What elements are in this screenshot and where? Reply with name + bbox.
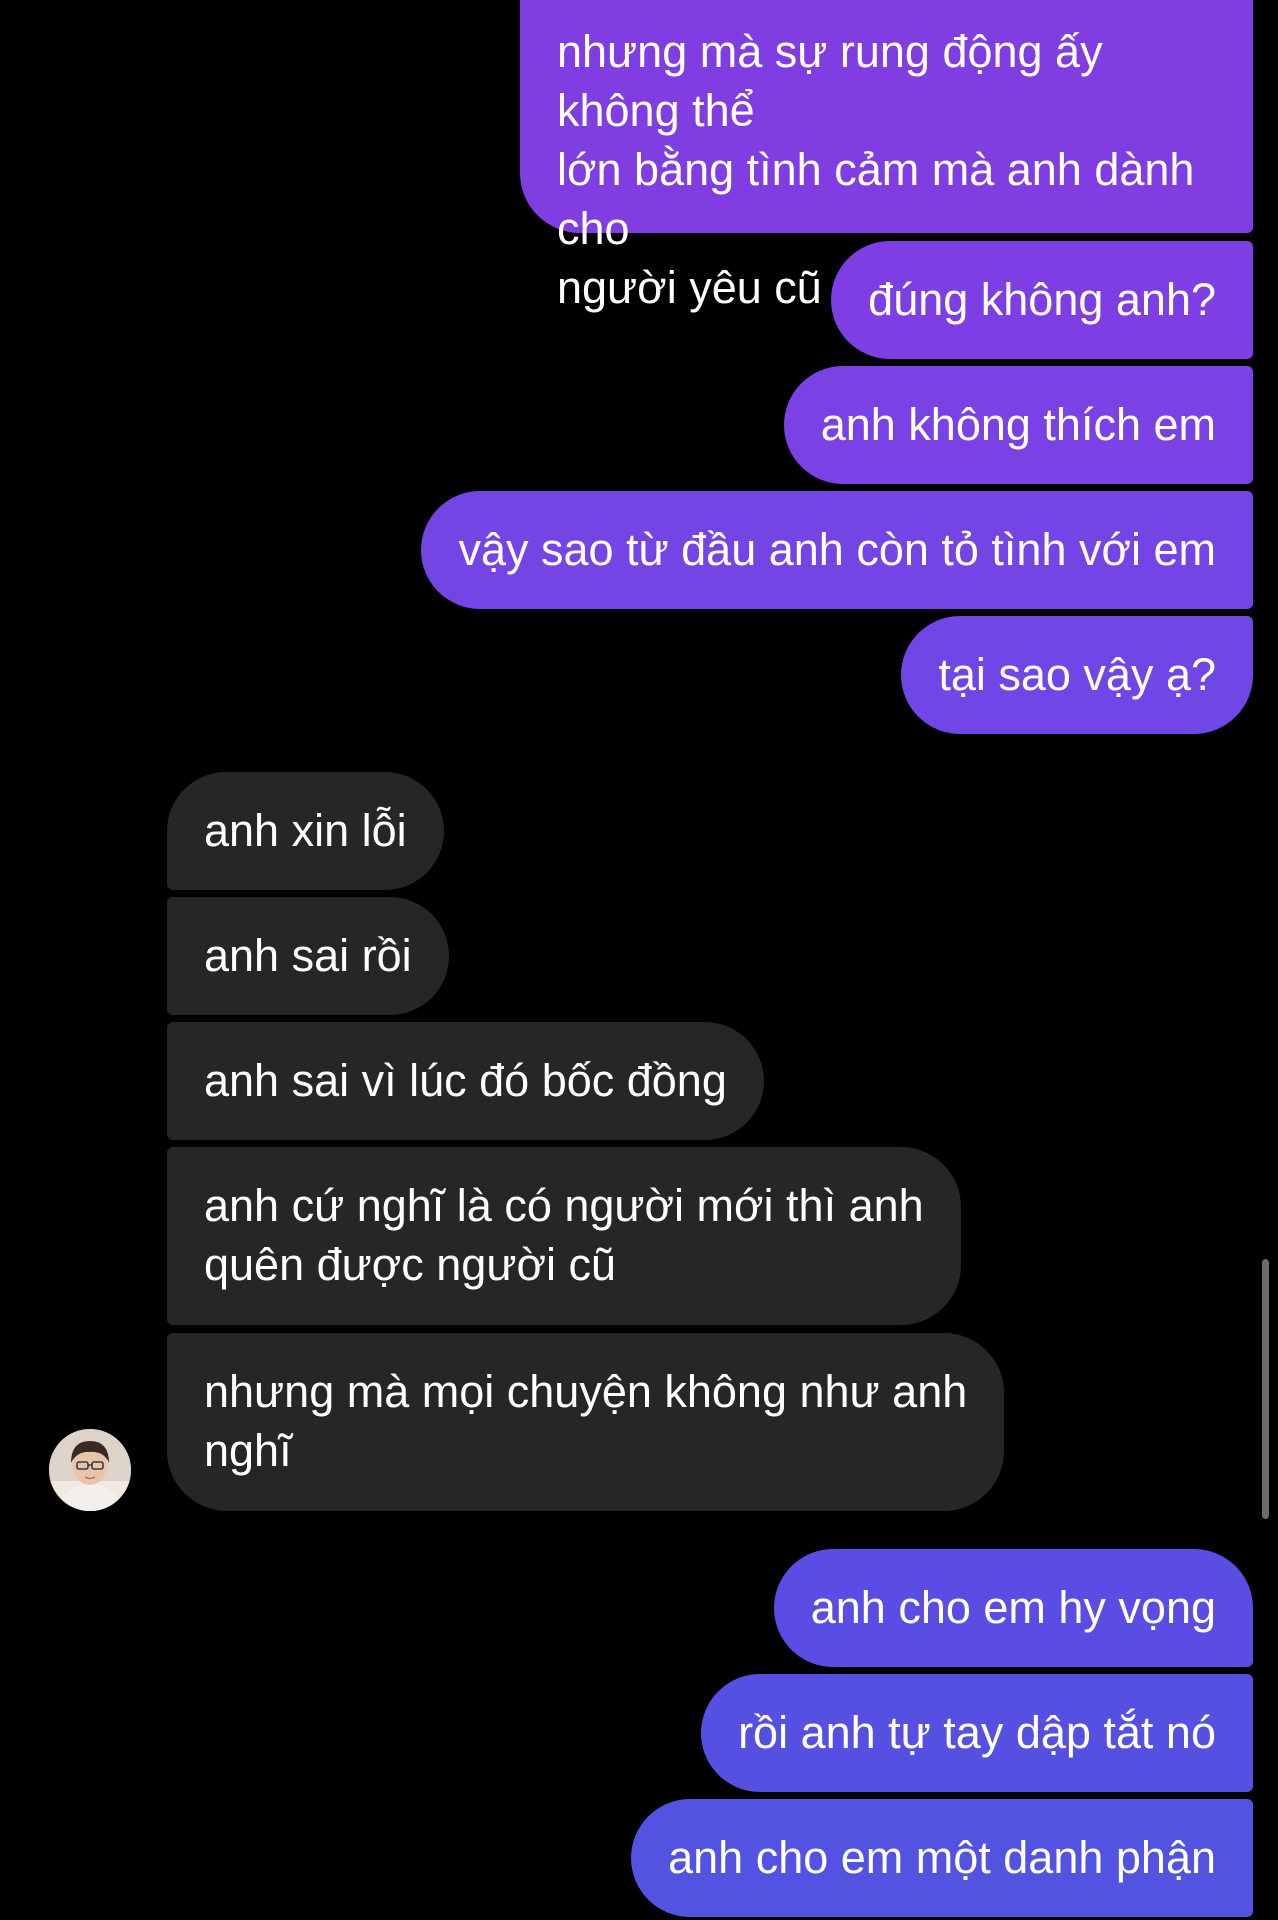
incoming-message[interactable]: anh sai vì lúc đó bốc đồng [167,1022,764,1140]
incoming-message[interactable]: anh xin lỗi [167,772,444,890]
profile-photo-icon [49,1429,131,1511]
incoming-message[interactable]: anh cứ nghĩ là có người mới thì anh quên… [167,1147,961,1325]
outgoing-message[interactable]: anh cho em một danh phận [631,1799,1253,1917]
outgoing-message[interactable]: rồi anh tự tay dập tắt nó [701,1674,1253,1792]
message-thread[interactable]: nhưng mà sự rung động ấy không thể lớn b… [0,0,1278,1920]
outgoing-message[interactable]: tại sao vậy ạ? [901,616,1253,734]
incoming-message[interactable]: nhưng mà mọi chuyện không như anh nghĩ [167,1333,1005,1511]
outgoing-message[interactable]: anh cho em hy vọng [773,1549,1253,1667]
outgoing-message[interactable]: anh không thích em [783,366,1253,484]
outgoing-message[interactable]: đúng không anh? [831,241,1253,359]
outgoing-message[interactable]: vậy sao từ đầu anh còn tỏ tình với em [421,491,1253,609]
scroll-indicator[interactable] [1262,1259,1269,1519]
sender-avatar[interactable] [49,1429,131,1511]
incoming-message[interactable]: anh sai rồi [167,897,449,1015]
outgoing-message[interactable]: nhưng mà sự rung động ấy không thể lớn b… [520,0,1253,313]
